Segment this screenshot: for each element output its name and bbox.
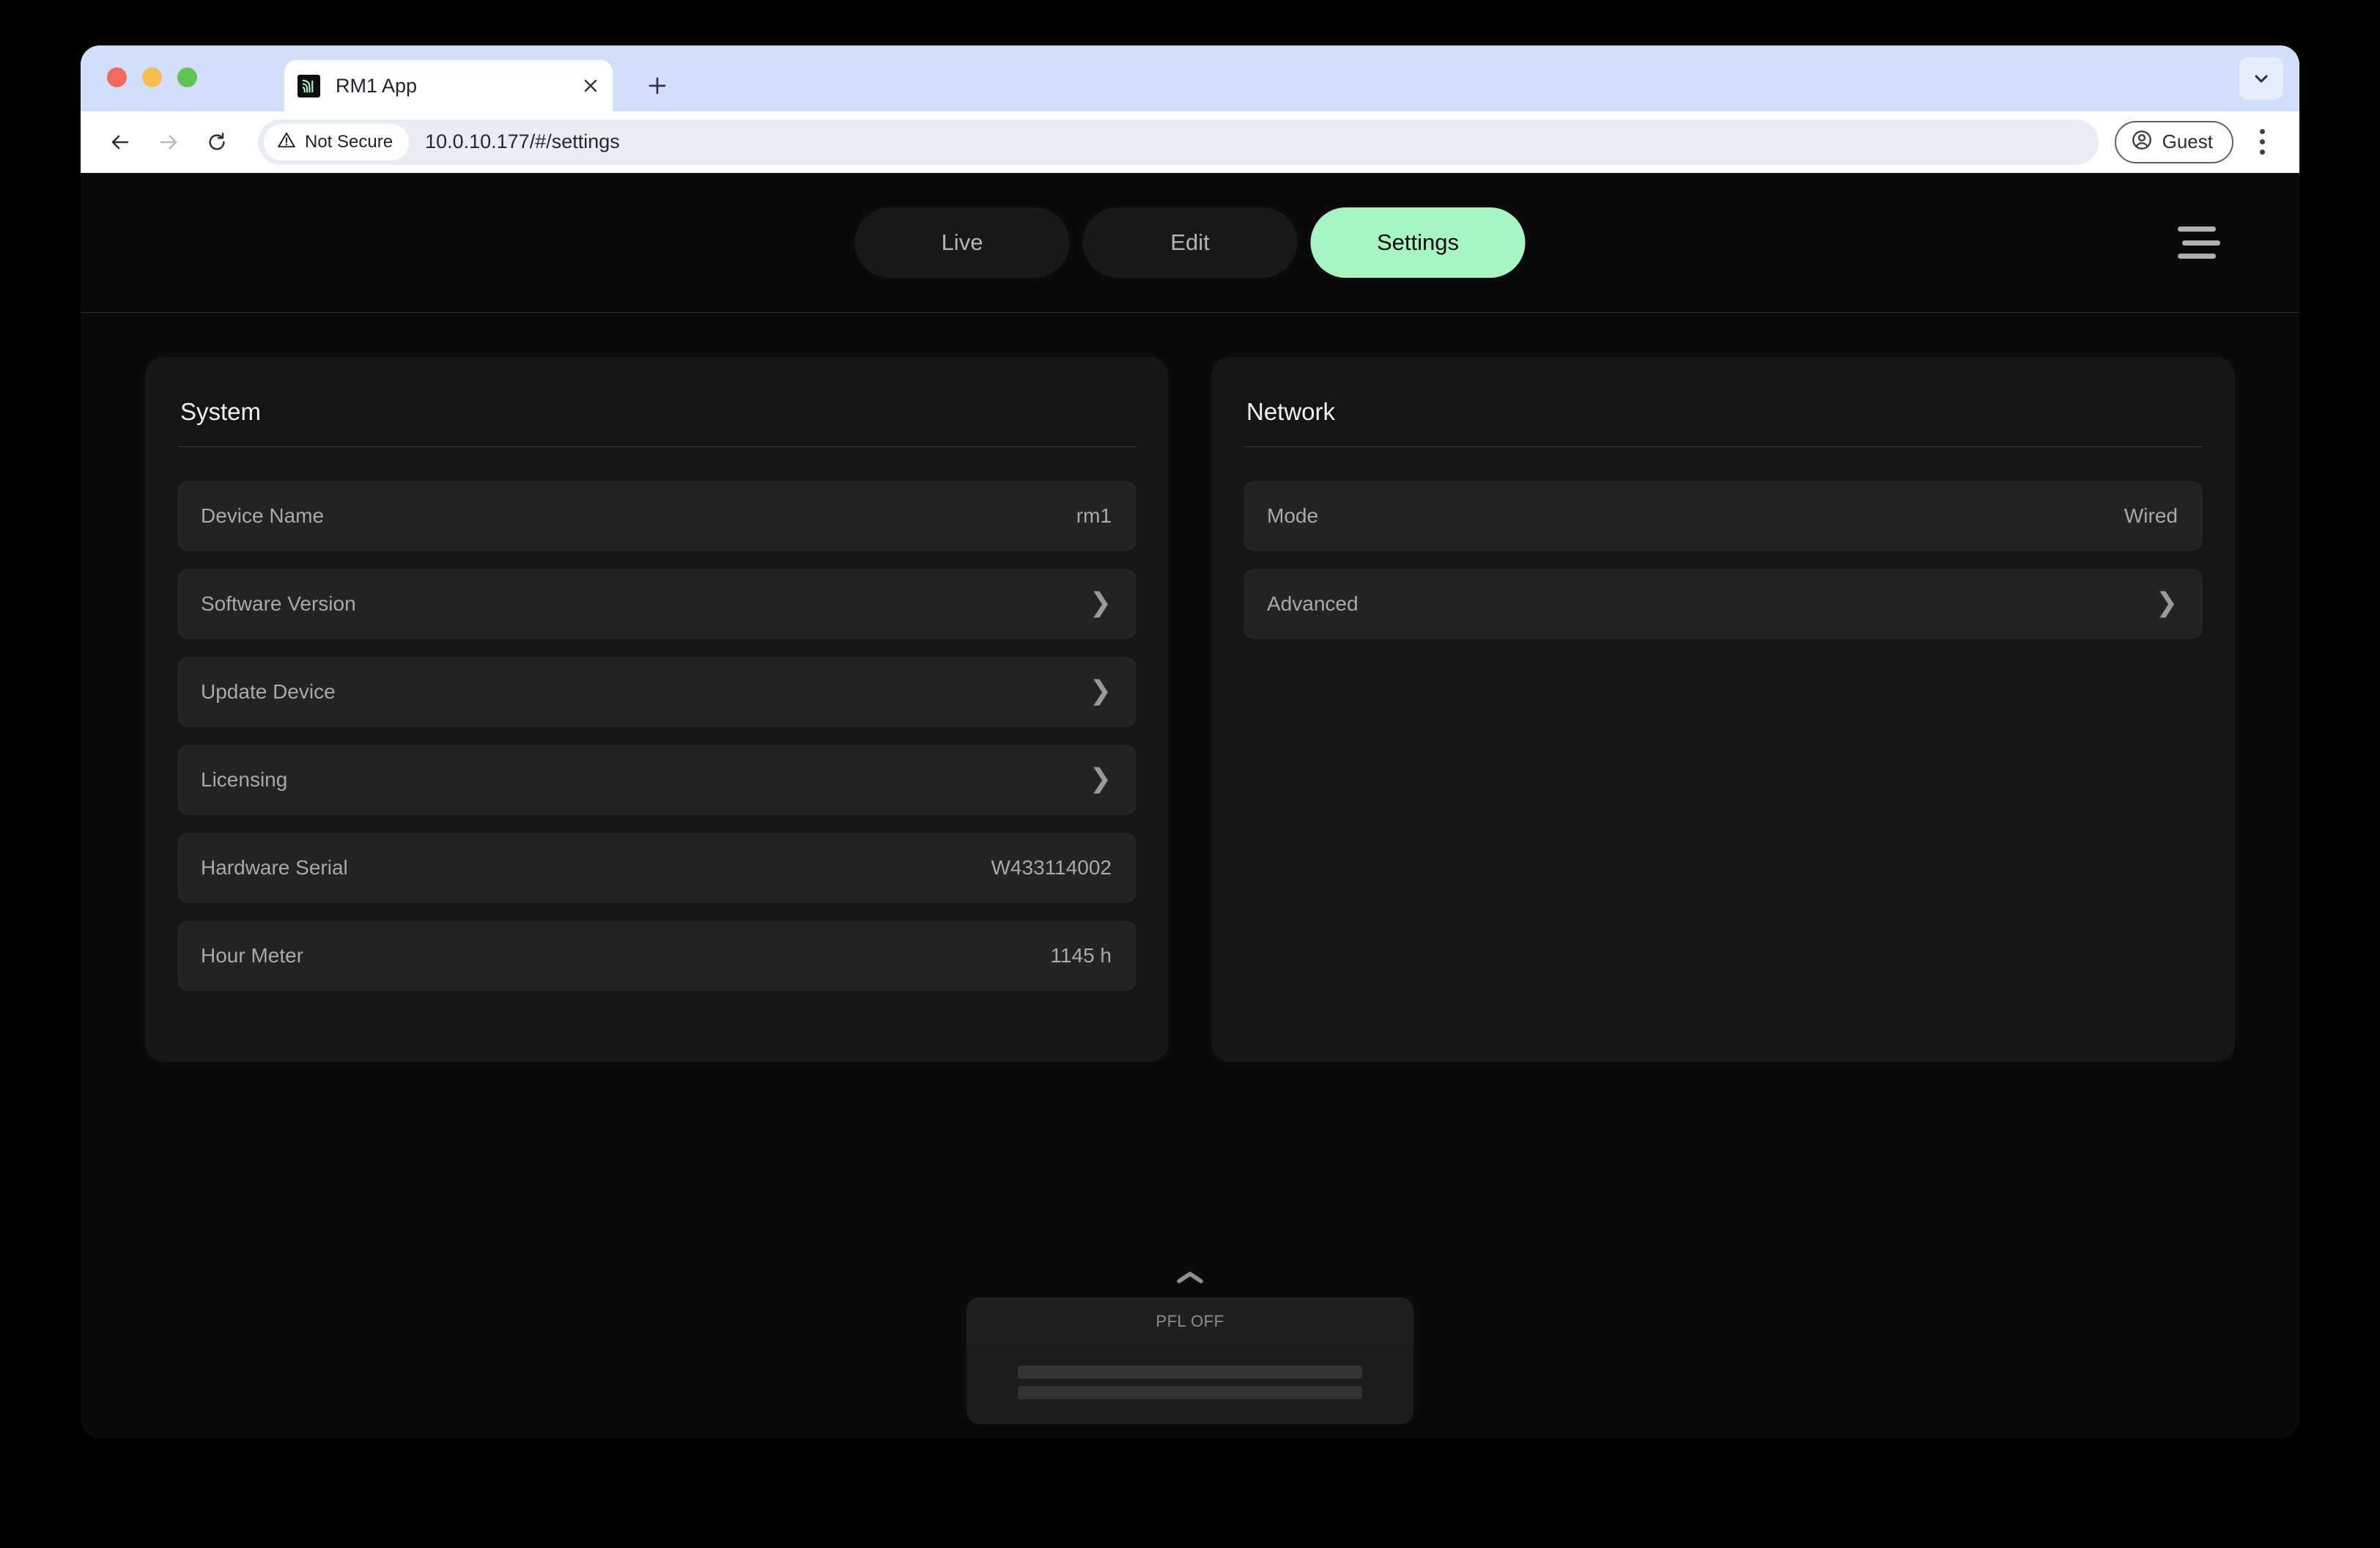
settings-content: System Device Name rm1 Software Version … xyxy=(81,313,2299,1062)
browser-tab[interactable]: RM1 App xyxy=(284,60,613,111)
network-settings-card: Network Mode Wired Advanced ❯ xyxy=(1211,357,2235,1062)
row-update-device[interactable]: Update Device ❯ xyxy=(177,657,1137,727)
tab-live-label: Live xyxy=(941,229,983,255)
account-circle-icon xyxy=(2131,129,2153,155)
row-label: Device Name xyxy=(201,504,325,527)
close-icon[interactable] xyxy=(574,70,607,102)
menu-bar xyxy=(2182,240,2220,246)
profile-label: Guest xyxy=(2162,130,2213,152)
row-label: Mode xyxy=(1267,504,1319,527)
app-viewport: Live Edit Settings System Device Name rm… xyxy=(81,173,2299,1437)
row-label: Advanced xyxy=(1267,592,1359,615)
tab-live[interactable]: Live xyxy=(854,207,1070,278)
plus-icon[interactable] xyxy=(638,66,677,106)
browser-tab-strip: RM1 App xyxy=(81,45,2299,111)
warning-triangle-icon xyxy=(277,130,296,153)
pfl-panel-wrapper: PFL OFF xyxy=(967,1265,1413,1424)
tab-edit[interactable]: Edit xyxy=(1082,207,1298,278)
row-network-advanced[interactable]: Advanced ❯ xyxy=(1243,569,2203,639)
browser-toolbar: Not Secure 10.0.10.177/#/settings Guest xyxy=(81,111,2299,173)
menu-dot xyxy=(2259,139,2265,144)
minimize-window-button[interactable] xyxy=(142,67,162,87)
rm1-logo-icon xyxy=(298,74,320,97)
three-dot-menu-icon[interactable] xyxy=(2244,121,2280,163)
address-bar[interactable]: Not Secure 10.0.10.177/#/settings xyxy=(258,119,2099,165)
row-label: Software Version xyxy=(201,592,356,615)
maximize-window-button[interactable] xyxy=(177,67,197,87)
system-settings-card: System Device Name rm1 Software Version … xyxy=(145,357,1169,1062)
card-divider xyxy=(1243,446,2203,447)
row-label: Hardware Serial xyxy=(201,856,348,879)
row-licensing[interactable]: Licensing ❯ xyxy=(177,745,1137,815)
chevron-right-icon: ❯ xyxy=(1089,587,1112,617)
card-divider xyxy=(177,446,1137,447)
card-title-network: Network xyxy=(1246,398,1336,425)
forward-arrow-icon[interactable] xyxy=(148,122,189,163)
row-value: Wired xyxy=(2124,504,2178,527)
url-text[interactable]: 10.0.10.177/#/settings xyxy=(425,130,620,153)
card-title-system: System xyxy=(180,398,262,425)
pfl-meters xyxy=(967,1345,1413,1424)
row-value: 1145 h xyxy=(1050,944,1112,967)
row-label: Licensing xyxy=(201,768,288,791)
pfl-meter-right xyxy=(1018,1386,1362,1399)
hamburger-menu-icon[interactable] xyxy=(2178,226,2220,259)
security-status-label: Not Secure xyxy=(305,131,393,152)
app-header: Live Edit Settings xyxy=(81,173,2299,446)
close-window-button[interactable] xyxy=(107,67,127,87)
chevron-up-icon[interactable] xyxy=(1164,1265,1216,1290)
tab-edit-label: Edit xyxy=(1170,229,1210,255)
row-label: Update Device xyxy=(201,680,336,703)
menu-bar xyxy=(2178,226,2216,232)
menu-bar xyxy=(2178,254,2216,259)
row-value: W433114002 xyxy=(991,856,1112,879)
chevron-right-icon: ❯ xyxy=(2155,587,2178,617)
reload-icon[interactable] xyxy=(196,122,237,163)
row-label: Hour Meter xyxy=(201,944,304,967)
row-device-name[interactable]: Device Name rm1 xyxy=(177,481,1137,551)
app-nav-tabs: Live Edit Settings xyxy=(854,207,1526,278)
security-status-chip[interactable]: Not Secure xyxy=(264,123,410,161)
profile-button[interactable]: Guest xyxy=(2114,120,2233,163)
window-controls xyxy=(107,67,197,87)
chevron-right-icon: ❯ xyxy=(1089,763,1112,793)
menu-dot xyxy=(2259,129,2265,134)
tab-settings-label: Settings xyxy=(1376,229,1459,255)
browser-tab-title: RM1 App xyxy=(336,74,418,97)
tab-settings[interactable]: Settings xyxy=(1310,207,1526,278)
browser-window: RM1 App Not Secure 10.0.10.177/#/setting… xyxy=(81,45,2299,1438)
pfl-status-label: PFL OFF xyxy=(967,1297,1413,1345)
chevron-right-icon: ❯ xyxy=(1089,675,1112,705)
pfl-meter-left xyxy=(1018,1365,1362,1379)
row-value: rm1 xyxy=(1076,504,1112,527)
back-arrow-icon[interactable] xyxy=(100,122,141,163)
menu-dot xyxy=(2259,150,2265,155)
chevron-down-icon[interactable] xyxy=(2239,57,2283,100)
pfl-panel[interactable]: PFL OFF xyxy=(967,1297,1413,1424)
row-hardware-serial[interactable]: Hardware Serial W433114002 xyxy=(177,833,1137,903)
row-software-version[interactable]: Software Version ❯ xyxy=(177,569,1137,639)
row-hour-meter[interactable]: Hour Meter 1145 h xyxy=(177,921,1137,991)
row-network-mode[interactable]: Mode Wired xyxy=(1243,481,2203,551)
